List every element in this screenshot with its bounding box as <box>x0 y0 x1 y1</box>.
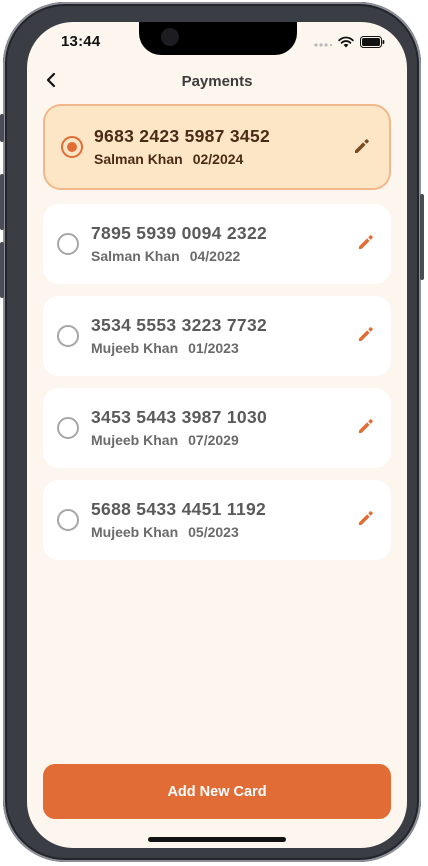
pencil-icon <box>357 325 375 348</box>
card-expiry: 07/2029 <box>188 432 239 448</box>
card-meta: Mujeeb Khan 05/2023 <box>91 524 239 540</box>
payment-card[interactable]: 5688 5433 4451 1192 Mujeeb Khan 05/2023 <box>43 480 391 560</box>
volume-up-button <box>0 174 4 230</box>
wifi-icon <box>338 35 354 53</box>
radio-button[interactable] <box>57 417 79 439</box>
payment-card[interactable]: 7895 5939 0094 2322 Salman Khan 04/2022 <box>43 204 391 284</box>
card-expiry: 01/2023 <box>188 340 239 356</box>
card-meta: Mujeeb Khan 07/2029 <box>91 432 239 448</box>
home-indicator <box>148 837 286 842</box>
payment-card[interactable]: 9683 2423 5987 3452 Salman Khan 02/2024 <box>43 104 391 190</box>
edit-card-button[interactable] <box>355 417 377 439</box>
pencil-icon <box>357 233 375 256</box>
card-holder: Mujeeb Khan <box>91 524 179 540</box>
battery-icon <box>360 35 385 53</box>
mute-switch <box>0 114 4 142</box>
phone-frame: 13:44 Payments 9683 2423 5987 3452 Salma… <box>0 2 424 862</box>
edit-card-button[interactable] <box>355 325 377 347</box>
radio-button[interactable] <box>57 233 79 255</box>
card-number: 9683 2423 5987 3452 <box>94 126 271 146</box>
radio-button[interactable] <box>57 509 79 531</box>
card-holder: Salman Khan <box>91 248 180 264</box>
card-meta: Salman Khan 02/2024 <box>94 151 243 167</box>
volume-down-button <box>0 242 4 298</box>
radio-button-selected[interactable] <box>61 136 83 158</box>
power-button <box>420 194 424 280</box>
screen: 13:44 Payments 9683 2423 5987 3452 Salma… <box>27 22 407 848</box>
pencil-icon <box>357 417 375 440</box>
header: Payments <box>27 68 407 96</box>
card-number: 3534 5553 3223 7732 <box>91 315 268 335</box>
notch <box>139 22 297 55</box>
card-holder: Mujeeb Khan <box>91 340 179 356</box>
card-number: 3453 5443 3987 1030 <box>91 407 268 427</box>
status-time: 13:44 <box>61 33 101 50</box>
card-expiry: 04/2022 <box>189 248 241 264</box>
card-meta: Salman Khan 04/2022 <box>91 248 240 264</box>
edit-card-button[interactable] <box>355 233 377 255</box>
page-title: Payments <box>181 73 253 90</box>
card-number: 7895 5939 0094 2322 <box>91 223 268 243</box>
edit-card-button[interactable] <box>355 509 377 531</box>
pencil-icon <box>357 509 375 532</box>
card-number: 5688 5433 4451 1192 <box>91 499 267 519</box>
status-icons <box>314 35 385 53</box>
camera <box>161 28 179 46</box>
signal-dots-icon <box>314 35 333 53</box>
payment-card[interactable]: 3453 5443 3987 1030 Mujeeb Khan 07/2029 <box>43 388 391 468</box>
pencil-icon <box>353 137 371 160</box>
card-holder: Salman Khan <box>94 151 183 167</box>
card-expiry: 05/2023 <box>188 524 239 540</box>
edit-card-button[interactable] <box>351 137 373 159</box>
card-expiry: 02/2024 <box>192 151 244 167</box>
card-holder: Mujeeb Khan <box>91 432 179 448</box>
card-meta: Mujeeb Khan 01/2023 <box>91 340 239 356</box>
radio-button[interactable] <box>57 325 79 347</box>
card-list: 9683 2423 5987 3452 Salman Khan 02/2024 7… <box>43 104 391 572</box>
payment-card[interactable]: 3534 5553 3223 7732 Mujeeb Khan 01/2023 <box>43 296 391 376</box>
add-new-card-button[interactable]: Add New Card <box>43 764 391 819</box>
